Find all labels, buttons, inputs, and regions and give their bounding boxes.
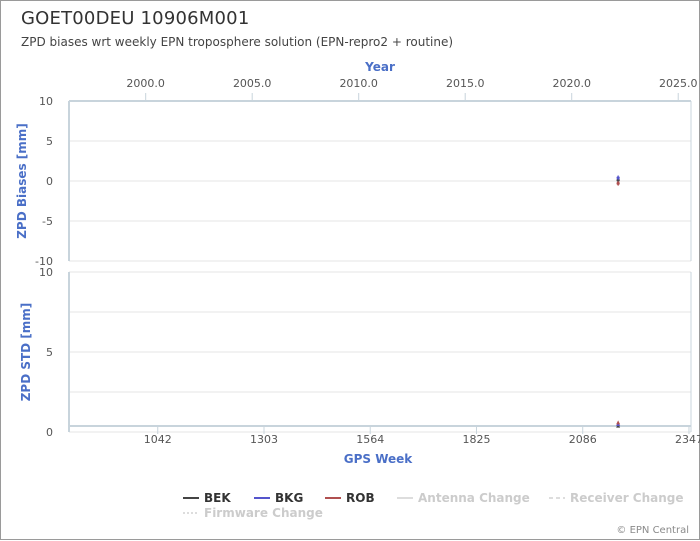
- bias-y-tick-label: -5: [42, 215, 53, 228]
- week-tick-label: 2086: [569, 433, 597, 446]
- bias-y-tick-label: 10: [39, 95, 53, 108]
- legend-item-bek[interactable]: BEK: [204, 491, 231, 505]
- chart-container: GOET00DEU 10906M001 ZPD biases wrt weekl…: [0, 0, 700, 540]
- chart-svg: 1050-5-102000.0 2005.0 2010.0 2015.0 2020.0 2…: [15, 60, 700, 520]
- bias-y-axis-title: ZPD Biases [mm]: [15, 123, 29, 239]
- year-tick-label: 2025.0: [659, 77, 698, 90]
- week-tick-label: 1825: [462, 433, 490, 446]
- year-tick-label: 2020.0: [552, 77, 591, 90]
- std-y-tick-label: 0: [46, 426, 53, 439]
- year-tick-label: 2010.0: [339, 77, 378, 90]
- week-tick-label: 1042: [144, 433, 172, 446]
- year-axis-title: Year: [364, 60, 395, 74]
- year-tick-label: 2015.0: [446, 77, 485, 90]
- bias-y-tick-label: 0: [46, 175, 53, 188]
- std-y-axis-title: ZPD STD [mm]: [19, 303, 33, 402]
- bias-point-bkg: [616, 176, 620, 180]
- credits[interactable]: © EPN Central: [616, 525, 689, 536]
- bias-point-rob: [616, 181, 620, 185]
- week-axis-title: GPS Week: [344, 452, 414, 466]
- year-tick-label: 2005.0: [233, 77, 272, 90]
- legend-item-rob[interactable]: ROB: [346, 491, 375, 505]
- week-tick-label: 1303: [250, 433, 278, 446]
- week-tick-label: 1564: [356, 433, 384, 446]
- legend-item-bkg[interactable]: BKG: [275, 491, 303, 505]
- bias-y-tick-label: 5: [46, 135, 53, 148]
- legend-item-antenna-change[interactable]: Antenna Change: [418, 491, 530, 505]
- year-tick-label: 2000.0: [126, 77, 165, 90]
- legend-item-receiver-change[interactable]: Receiver Change: [570, 491, 684, 505]
- legend-item-firmware-change[interactable]: Firmware Change: [204, 506, 323, 520]
- std-point-rob: [616, 420, 621, 425]
- std-y-tick-label: 10: [39, 266, 53, 279]
- std-y-tick-label: 5: [46, 346, 53, 359]
- week-tick-label: 2347: [675, 433, 700, 446]
